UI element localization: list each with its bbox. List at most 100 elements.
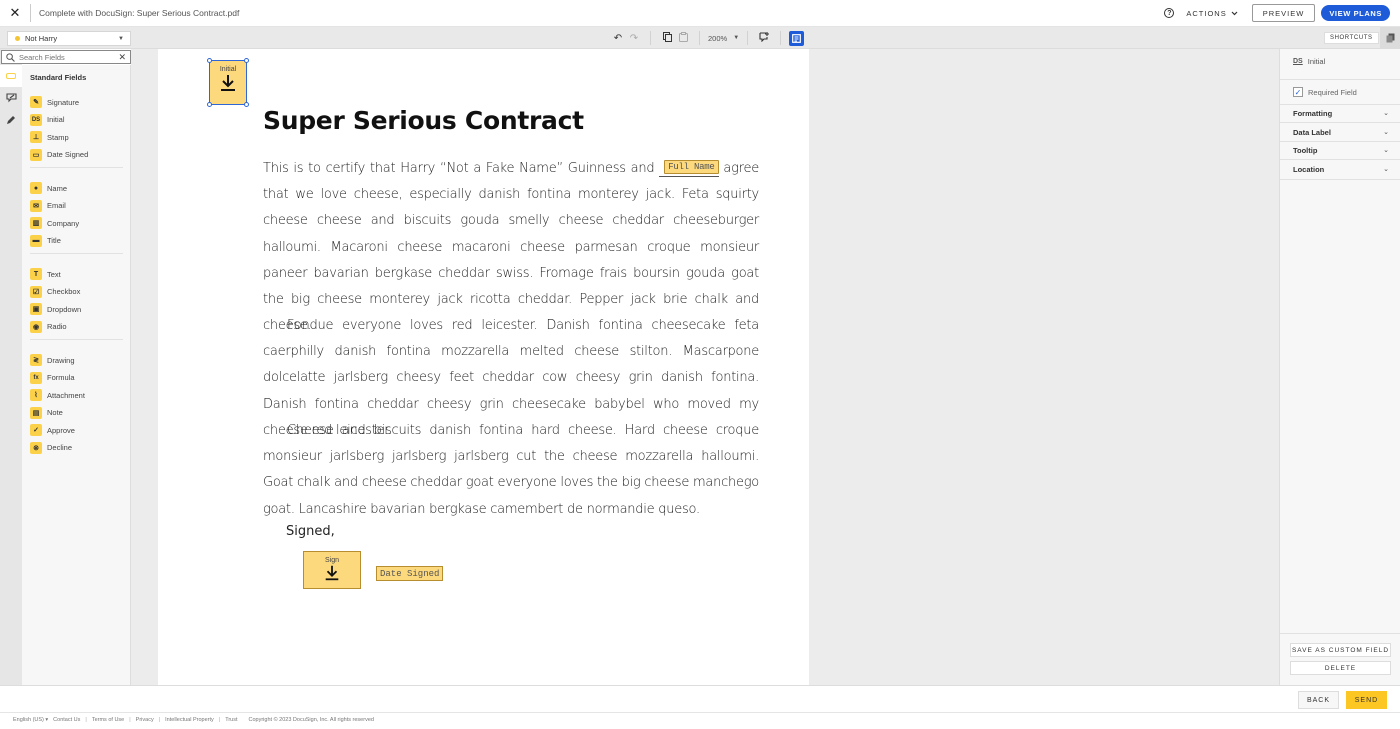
dropdown-icon: ▣ bbox=[30, 303, 42, 315]
required-label: Required Field bbox=[1308, 87, 1357, 97]
divider bbox=[30, 253, 123, 254]
pages-panel-icon[interactable] bbox=[1380, 27, 1400, 49]
field-item-date-signed[interactable]: ▭ Date Signed bbox=[30, 148, 89, 161]
divider bbox=[1280, 104, 1400, 105]
caret-down-icon: ▼ bbox=[733, 35, 740, 41]
footer-link-contact[interactable]: Contact Us bbox=[53, 717, 80, 723]
field-item-name[interactable]: ● Name bbox=[30, 182, 67, 194]
field-item-label: Text bbox=[47, 269, 61, 279]
field-item-label: Radio bbox=[47, 322, 67, 331]
field-item-label: Checkbox bbox=[47, 287, 81, 296]
initial-field-tag[interactable]: Initial bbox=[207, 58, 249, 107]
field-item-note[interactable]: ▤ Note bbox=[30, 406, 63, 419]
caret-down-icon: ▼ bbox=[118, 35, 124, 42]
add-comment-icon[interactable] bbox=[756, 31, 772, 45]
section-tooltip[interactable]: Tooltip ⌄ bbox=[1293, 144, 1389, 156]
field-item-company[interactable]: ▥ Company bbox=[30, 217, 79, 229]
field-item-drawing[interactable]: ≷ Drawing bbox=[30, 354, 75, 366]
help-icon[interactable]: ? bbox=[1164, 8, 1175, 18]
send-button[interactable]: SEND bbox=[1346, 691, 1387, 709]
field-item-signature[interactable]: ✎ Signature bbox=[30, 96, 79, 108]
field-item-attachment[interactable]: ⌇ Attachment bbox=[30, 389, 85, 401]
resize-handle[interactable] bbox=[207, 58, 212, 63]
field-item-checkbox[interactable]: ☑ Checkbox bbox=[30, 285, 81, 298]
envelope-icon: ✉ bbox=[30, 199, 42, 212]
footer-link-terms[interactable]: Terms of Use bbox=[92, 717, 124, 723]
zoom-select[interactable]: 200% ▼ bbox=[708, 34, 739, 43]
section-label: Tooltip bbox=[1293, 145, 1318, 155]
view-plans-button[interactable]: VIEW PLANS bbox=[1321, 5, 1390, 21]
undo-icon[interactable]: ↶ bbox=[610, 33, 626, 44]
field-item-label: Approve bbox=[47, 425, 75, 435]
field-item-formula[interactable]: fx Formula bbox=[30, 371, 75, 384]
field-item-radio[interactable]: ◉ Radio bbox=[30, 320, 67, 333]
field-item-label: Attachment bbox=[47, 390, 85, 400]
clear-search-icon[interactable]: ✕ bbox=[118, 52, 126, 63]
field-item-decline[interactable]: ⊗ Decline bbox=[30, 441, 72, 454]
section-formatting[interactable]: Formatting ⌄ bbox=[1293, 107, 1389, 119]
field-item-label: Initial bbox=[47, 115, 65, 124]
preview-button[interactable]: PREVIEW bbox=[1251, 4, 1316, 22]
search-icon bbox=[6, 52, 15, 62]
download-arrow-icon bbox=[325, 565, 339, 581]
field-item-label: Date Signed bbox=[47, 150, 89, 159]
actions-menu[interactable]: ACTIONS bbox=[1186, 9, 1238, 18]
fields-sidebar: ✕ bbox=[0, 49, 131, 685]
field-item-label: Name bbox=[47, 183, 68, 193]
field-item-approve[interactable]: ✓ Approve bbox=[30, 424, 75, 436]
paragraph-1-start: This is to certify that Harry “Not a Fak… bbox=[263, 161, 660, 176]
sign-field-tag[interactable]: Sign bbox=[303, 551, 361, 589]
editor-toolbar: Not Harry ▼ ↶ ↷ 200% ▼ SHORTCUTS bbox=[0, 27, 1400, 49]
footer-link-privacy[interactable]: Privacy bbox=[136, 717, 154, 723]
recipient-select[interactable]: Not Harry ▼ bbox=[7, 31, 131, 46]
redo-icon[interactable]: ↷ bbox=[626, 33, 642, 44]
search-input[interactable] bbox=[18, 52, 119, 62]
text-icon: T bbox=[30, 268, 42, 280]
field-type-label: Initial bbox=[1307, 57, 1326, 66]
shortcuts-button[interactable]: SHORTCUTS bbox=[1324, 32, 1379, 44]
divider: | bbox=[158, 717, 161, 723]
delete-button[interactable]: DELETE bbox=[1290, 661, 1391, 675]
field-item-label: Note bbox=[47, 408, 63, 417]
required-field-toggle[interactable]: ✓ Required Field bbox=[1293, 87, 1357, 97]
date-signed-field-tag[interactable]: Date Signed bbox=[376, 566, 444, 581]
required-checkbox[interactable]: ✓ bbox=[1293, 87, 1303, 97]
recipient-name: Not Harry bbox=[25, 34, 58, 43]
resize-handle[interactable] bbox=[244, 58, 249, 63]
page-footer: English (US) ▾ Contact Us | Terms of Use… bbox=[13, 717, 374, 723]
section-location[interactable]: Location ⌄ bbox=[1293, 163, 1389, 175]
field-panel-toggle-icon[interactable] bbox=[789, 30, 805, 46]
section-data-label[interactable]: Data Label ⌄ bbox=[1293, 126, 1389, 138]
divider bbox=[1280, 179, 1400, 180]
full-name-field-tag[interactable]: Full Name bbox=[664, 160, 719, 174]
field-item-dropdown[interactable]: ▣ Dropdown bbox=[30, 303, 81, 315]
field-item-stamp[interactable]: ⊥ Stamp bbox=[30, 131, 69, 143]
field-item-initial[interactable]: DS Initial bbox=[30, 113, 65, 126]
footer-link-trust[interactable]: Trust bbox=[225, 717, 237, 723]
resize-handle[interactable] bbox=[244, 102, 249, 107]
divider: | bbox=[218, 717, 221, 723]
zoom-level: 200% bbox=[708, 33, 728, 43]
field-item-email[interactable]: ✉ Email bbox=[30, 199, 66, 212]
save-as-custom-field-button[interactable]: SAVE AS CUSTOM FIELD bbox=[1290, 643, 1391, 657]
document-title: Complete with DocuSign: Super Serious Co… bbox=[39, 8, 240, 18]
search-field[interactable]: ✕ bbox=[1, 50, 131, 64]
language-select[interactable]: English (US) ▾ bbox=[13, 717, 48, 723]
divider bbox=[1280, 79, 1400, 80]
field-item-title[interactable]: ▬ Title bbox=[30, 234, 61, 247]
field-item-label: Email bbox=[47, 201, 66, 210]
back-button[interactable]: BACK bbox=[1298, 691, 1339, 709]
paperclip-icon: ⌇ bbox=[30, 389, 42, 401]
resize-handle[interactable] bbox=[207, 102, 212, 107]
footer-link-ip[interactable]: Intellectual Property bbox=[165, 717, 214, 723]
stamp-icon: ⊥ bbox=[30, 131, 42, 143]
field-item-text[interactable]: T Text bbox=[30, 268, 61, 280]
close-button[interactable]: ✕ bbox=[0, 5, 30, 21]
field-item-label: Dropdown bbox=[47, 304, 82, 314]
copy-icon[interactable] bbox=[659, 31, 675, 45]
chevron-down-icon: ⌄ bbox=[1383, 166, 1389, 173]
paste-icon[interactable] bbox=[675, 31, 691, 45]
initial-icon: DS bbox=[30, 113, 42, 126]
drawing-icon: ≷ bbox=[30, 354, 42, 366]
divider bbox=[1280, 159, 1400, 160]
